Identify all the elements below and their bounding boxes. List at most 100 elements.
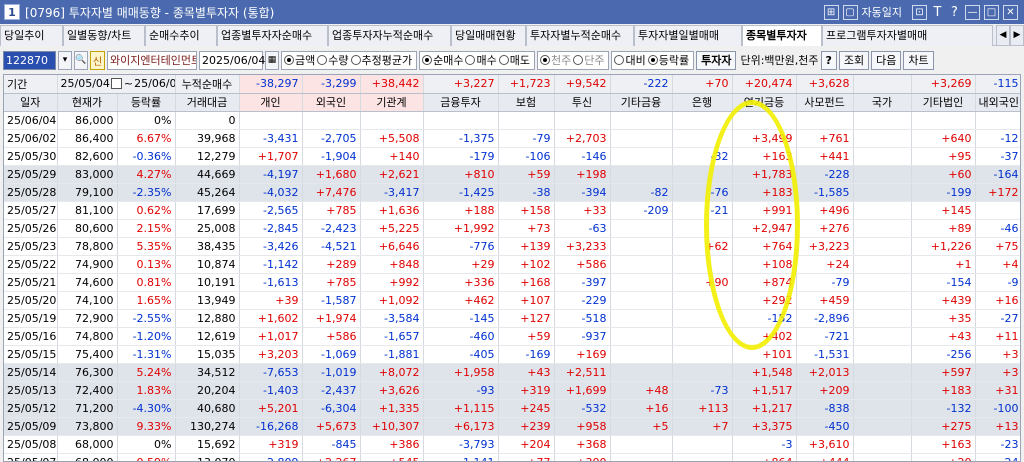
tab-sector-cum-net-buy[interactable]: 업종투자자누적순매수 [328, 25, 451, 46]
column-header[interactable]: 금융투자 [423, 93, 499, 112]
tab-sector-net-buy[interactable]: 업종별투자자순매수 [217, 25, 328, 46]
table-cell: +95 [911, 147, 976, 166]
radio-amount[interactable]: 금액 [284, 52, 315, 68]
maximize-icon[interactable]: □ [984, 4, 999, 20]
radio-sell[interactable]: 매도 [498, 52, 530, 68]
table-cell: 73,800 [57, 417, 118, 436]
column-header[interactable]: 사모펀드 [796, 93, 854, 112]
query-date-input[interactable]: 2025/06/04 [199, 50, 265, 70]
radio-change[interactable]: 대비 [614, 52, 646, 68]
column-header[interactable]: 현재가 [57, 93, 118, 112]
period-from-input[interactable]: 25/05/04 [61, 77, 110, 90]
table-row[interactable]: 25/06/04 86,000 0% 0 [4, 111, 1020, 130]
table-row[interactable]: 25/05/09 73,800 9.33% 130,274 -16,268 +5,673 +… [4, 417, 1020, 436]
square-icon[interactable]: ▢ [842, 4, 858, 20]
code-dropdown-icon[interactable]: ▾ [58, 50, 72, 70]
tab-scroll-left-icon[interactable]: ◀ [996, 25, 1010, 46]
radio-single-shares[interactable]: 단주 [573, 52, 604, 68]
investor-button[interactable]: 투자자 [696, 50, 737, 70]
table-row[interactable]: 25/05/29 83,000 4.27% 44,669 -4,197 +1,680 +2,… [4, 165, 1020, 184]
table-row[interactable]: 25/05/12 71,200 -4.30% 40,680 +5,201 -6,304 +1… [4, 399, 1020, 418]
tab-daily-chart[interactable]: 일별동향/차트 [63, 25, 145, 46]
tab-daily-trend[interactable]: 당일추이 [0, 25, 63, 46]
investor-table[interactable]: 기간 25/05/04 ~ 25/06/04 누적순매수 -38,297-3,2… [3, 74, 1021, 462]
column-header[interactable]: 국가 [853, 93, 912, 112]
table-cell [239, 111, 303, 130]
table-row[interactable]: 25/05/19 72,900 -2.55% 12,880 +1,602 +1,974 -3… [4, 309, 1020, 328]
table-row[interactable]: 25/05/16 74,800 -1.20% 12,619 +1,017 +586 -1,6… [4, 327, 1020, 346]
radio-quantity[interactable]: 수량 [317, 52, 349, 68]
app-menu-icon[interactable]: 1 [4, 4, 20, 20]
column-header[interactable]: 등락률 [117, 93, 176, 112]
help-button[interactable]: ? [820, 50, 837, 70]
table-cell: 25/05/27 [4, 201, 58, 220]
column-header[interactable]: 거래대금 [175, 93, 240, 112]
table-row[interactable]: 25/05/28 79,100 -2.35% 45,264 -4,032 +7,476 -3… [4, 183, 1020, 202]
radio-change-rate[interactable]: 등락률 [647, 52, 689, 68]
search-icon[interactable]: 🔍 [74, 50, 88, 70]
tab-investor-cum-net-buy[interactable]: 투자자별누적순매수 [526, 25, 634, 46]
stock-code-input[interactable]: 122870 [3, 50, 56, 70]
grid-icon[interactable]: ⊞ [823, 4, 839, 20]
tab-net-buy-trend[interactable]: 순매수추이 [145, 25, 217, 46]
table-row[interactable]: 25/05/13 72,400 1.83% 20,204 -1,403 -2,437 +3,… [4, 381, 1020, 400]
column-header[interactable]: 기관계 [360, 93, 424, 112]
chart-button[interactable]: 차트 [903, 50, 934, 70]
table-row[interactable]: 25/05/21 74,600 0.81% 10,191 -1,613 +785 +992 +… [4, 273, 1020, 292]
tab-investor-daily[interactable]: 투자자별일별매매 [634, 25, 742, 46]
close-icon[interactable]: ✕ [1003, 4, 1018, 20]
autosave-label[interactable]: 자동일지 [862, 4, 902, 20]
column-header[interactable]: 일자 [4, 93, 58, 112]
table-row[interactable]: 25/05/15 75,400 -1.31% 15,035 +3,203 -1,069 -1… [4, 345, 1020, 364]
table-cell: +3,375 [732, 417, 797, 436]
column-header[interactable]: 보험 [498, 93, 555, 112]
table-cell: +1,226 [911, 237, 976, 256]
table-row[interactable]: 25/05/14 76,300 5.24% 34,512 -7,653 -1,019 +8,… [4, 363, 1020, 382]
table-cell: +1,092 [360, 291, 424, 310]
column-header[interactable]: 개인 [239, 93, 303, 112]
tab-stock-investor[interactable]: 종목별투자자 [742, 25, 822, 46]
column-header[interactable]: 연기금등 [732, 93, 797, 112]
column-header[interactable]: 은행 [672, 93, 733, 112]
next-button[interactable]: 다음 [871, 50, 902, 70]
table-cell: 82,600 [57, 147, 118, 166]
tab-program-investor[interactable]: 프로그램투자자별매매 [822, 25, 993, 46]
query-button[interactable]: 조회 [838, 50, 870, 70]
tab-daily-trading[interactable]: 당일매매현황 [451, 25, 526, 46]
table-cell: +2,267 [302, 453, 361, 461]
table-row[interactable]: 25/05/27 81,100 0.62% 17,699 -2,565 +785 +1,63… [4, 201, 1020, 220]
help-icon[interactable]: ? [948, 5, 961, 20]
table-row[interactable]: 25/05/08 68,000 0% 15,692 +319 -845 +386 -3,793… [4, 435, 1020, 454]
calendar-from-icon[interactable] [110, 78, 122, 90]
radio-thousand-shares[interactable]: 천주 [539, 52, 571, 68]
table-row[interactable]: 25/05/22 74,900 0.13% 10,874 -1,142 +289 +848 +… [4, 255, 1020, 274]
column-header[interactable]: 투신 [554, 93, 611, 112]
tab-scroll-right-icon[interactable]: ▶ [1010, 25, 1024, 46]
link-icon[interactable]: ⊡ [912, 4, 927, 20]
minimize-icon[interactable]: — [965, 4, 980, 20]
column-header[interactable]: 기타금융 [610, 93, 673, 112]
table-row[interactable]: 25/05/30 82,600 -0.36% 12,279 +1,707 -1,904 +1… [4, 147, 1020, 166]
table-row[interactable]: 25/06/02 86,400 6.67% 39,968 -3,431 -2,705 +5,… [4, 129, 1020, 148]
table-row[interactable]: 25/05/23 78,800 5.35% 38,435 -3,426 -4,521 +6,… [4, 237, 1020, 256]
table-cell [853, 345, 912, 364]
radio-avg-price[interactable]: 추정평균가 [350, 52, 412, 68]
table-cell: 74,800 [57, 327, 118, 346]
table-cell: -776 [423, 237, 499, 256]
t-icon[interactable]: T [931, 5, 944, 20]
cum-sum-cell [853, 75, 912, 94]
change-type-radio-group: 대비 등락률 [611, 50, 695, 70]
column-header[interactable]: 내외국인 [975, 93, 1020, 112]
table-row[interactable]: 25/05/20 74,100 1.65% 13,949 +39 -1,587 +1,092… [4, 291, 1020, 310]
table-cell: +1,707 [239, 147, 303, 166]
table-row[interactable]: 25/05/07 68,000 0.59% 13,070 -2,809 +2,267 +54… [4, 453, 1020, 461]
column-header[interactable]: 외국인 [302, 93, 361, 112]
calendar-icon[interactable]: ▦ [265, 50, 279, 70]
table-row[interactable]: 25/05/26 80,600 2.15% 25,008 -2,845 -2,423 +5,… [4, 219, 1020, 238]
radio-buy[interactable]: 매수 [465, 52, 497, 68]
period-to-input[interactable]: 25/06/04 [134, 77, 174, 90]
column-header[interactable]: 기타법인 [911, 93, 976, 112]
table-cell [672, 129, 733, 148]
table-cell: +33 [554, 201, 611, 220]
radio-net-buy[interactable]: 순매수 [422, 52, 463, 68]
